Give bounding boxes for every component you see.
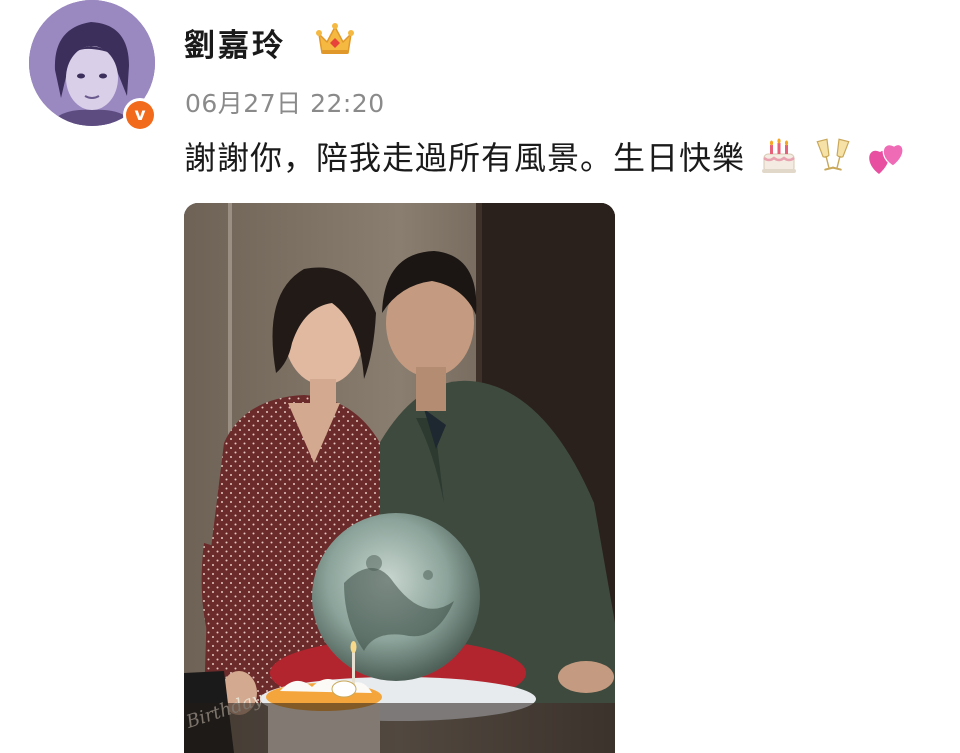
author-name[interactable]: 劉嘉玲 bbox=[184, 20, 286, 65]
two-hearts-icon bbox=[867, 136, 907, 176]
photo-image: Birthday bbox=[184, 203, 615, 753]
verified-badge: v bbox=[123, 98, 157, 132]
post-text: 謝謝你，陪我走過所有風景。生日快樂 bbox=[184, 139, 746, 177]
author-avatar-link[interactable]: v bbox=[29, 0, 159, 132]
crown-icon[interactable] bbox=[316, 22, 354, 58]
post-content: 謝謝你，陪我走過所有風景。生日快樂 bbox=[184, 134, 907, 178]
weibo-post: v 劉嘉玲 06月27日 22:20 謝謝你，陪我走過所有風景。生日快樂 bbox=[0, 0, 960, 753]
post-timestamp[interactable]: 06月27日 22:20 bbox=[185, 84, 385, 120]
post-photo[interactable]: Birthday bbox=[184, 203, 615, 753]
clinking-glasses-icon bbox=[813, 136, 853, 176]
verified-v-icon: v bbox=[126, 101, 154, 129]
birthday-cake-icon bbox=[759, 136, 799, 176]
